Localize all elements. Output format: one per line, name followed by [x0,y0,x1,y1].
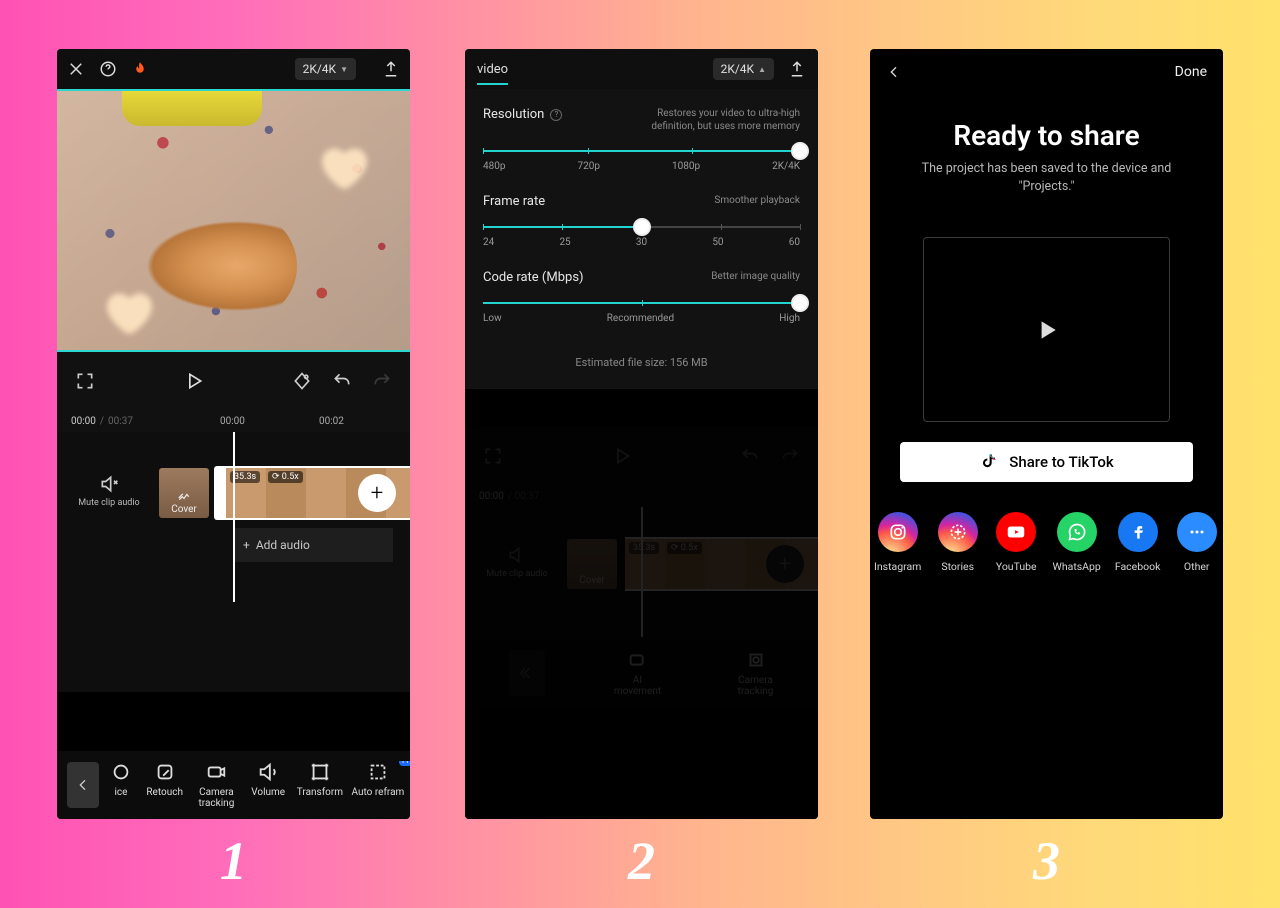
share-whatsapp[interactable]: WhatsApp [1053,512,1101,573]
whatsapp-icon [1057,512,1097,552]
share-subtitle: The project has been saved to the device… [896,160,1197,195]
add-clip-button[interactable]: + [358,474,396,512]
share-topbar: Done [870,49,1223,95]
playhead[interactable] [233,432,235,602]
share-instagram[interactable]: Instagram [874,512,921,573]
play-icon [1034,317,1060,343]
share-targets: Instagram Stories YouTube WhatsApp Faceb… [870,512,1223,573]
help-icon[interactable]: ? [550,109,562,121]
share-stories[interactable]: Stories [935,512,980,573]
quality-button[interactable]: 2K/4K ▲ [713,58,774,80]
phone-export-settings: video 2K/4K ▲ Resolution ? Restores your… [465,49,818,819]
help-icon[interactable] [99,60,117,78]
settings-topbar: video 2K/4K ▲ [465,49,818,89]
time-current: 00:00 [71,416,96,427]
tool-transform[interactable]: Transform [294,761,346,809]
youtube-icon [996,512,1036,552]
redo-icon[interactable] [372,371,392,391]
timeline[interactable]: Mute clip audio Cover 35.3s ⟳ 0.5x + + A… [57,432,410,692]
share-facebook[interactable]: Facebook [1115,512,1161,573]
export-icon[interactable] [382,60,400,78]
exported-video-preview[interactable] [923,237,1170,422]
caret-up-icon: ▲ [758,65,766,74]
editor-toolbar: ice Retouch Camera tracking Volume Trans… [57,751,410,819]
player-controls [57,352,410,410]
mute-clip-audio[interactable]: Mute clip audio [63,474,155,508]
instagram-icon [878,512,918,552]
more-icon [1177,512,1217,552]
heart-effect-icon [312,136,372,196]
coderate-desc: Better image quality [711,270,800,283]
step-number: 2 [465,830,818,892]
cover-button[interactable]: Cover [159,468,209,518]
quality-label: 2K/4K [303,62,337,76]
phone-share: Done Ready to share The project has been… [870,49,1223,819]
clip-handle[interactable] [214,466,226,520]
undo-icon[interactable] [332,371,352,391]
tab-video[interactable]: video [477,62,508,85]
stories-icon [938,512,978,552]
coderate-ticks: Low Recommended High [483,313,800,324]
facebook-icon [1118,512,1158,552]
free-badge: Fr [399,761,410,766]
tiktok-icon [979,452,999,472]
share-other[interactable]: Other [1174,512,1219,573]
done-button[interactable]: Done [1175,64,1207,80]
resolution-label: Resolution ? [483,107,562,122]
tool-auto-reframe[interactable]: Fr Auto refram [346,761,410,809]
share-youtube[interactable]: YouTube [994,512,1039,573]
resolution-desc: Restores your video to ultra-high defini… [620,107,800,133]
resolution-slider[interactable] [483,145,800,157]
editor-topbar: 2K/4K ▼ [57,49,410,89]
tool-list: ice Retouch Camera tracking Volume Trans… [103,761,410,809]
toolbar-back-button[interactable] [67,762,99,808]
share-title: Ready to share [870,119,1223,152]
caret-down-icon: ▼ [340,65,348,74]
timestamp: 00:00 [220,416,245,427]
framerate-ticks: 24 25 30 50 60 [483,237,800,248]
settings-body: Resolution ? Restores your video to ultr… [465,89,818,389]
tool-retouch[interactable]: Retouch [139,761,191,809]
tool-camera-tracking[interactable]: Camera tracking [191,761,243,809]
flame-icon[interactable] [131,60,149,78]
resolution-ticks: 480p 720p 1080p 2K/4K [483,161,800,172]
estimated-size: Estimated file size: 156 MB [483,346,800,383]
coderate-label: Code rate (Mbps) [483,270,584,285]
add-audio-button[interactable]: + Add audio [233,528,393,562]
coderate-slider[interactable] [483,297,800,309]
export-icon[interactable] [788,60,806,78]
share-tiktok-button[interactable]: Share to TikTok [900,442,1193,482]
time-indicator: 00:00 / 00:37 00:00 00:02 [57,410,410,432]
plus-icon: + [243,538,250,552]
step-number: 3 [870,830,1223,892]
framerate-label: Frame rate [483,194,545,209]
close-icon[interactable] [67,60,85,78]
tool-volume[interactable]: Volume [242,761,294,809]
video-preview[interactable] [57,89,410,352]
framerate-desc: Smoother playback [714,194,800,207]
framerate-slider[interactable] [483,221,800,233]
fullscreen-icon[interactable] [75,371,95,391]
phone-editor: 2K/4K ▼ 0 [57,49,410,819]
tool-ice[interactable]: ice [103,761,139,809]
quality-button[interactable]: 2K/4K ▼ [295,58,356,80]
back-icon[interactable] [886,64,902,80]
backdrop-editor: 00:00 / 00:37 Mute clip audio Cover 35.3… [465,427,818,819]
heart-effect-icon [97,281,157,341]
play-icon[interactable] [184,371,204,391]
step-number: 1 [57,830,410,892]
time-total: 00:37 [108,416,133,427]
keyframe-icon[interactable] [292,371,312,391]
timestamp: 00:02 [319,416,344,427]
clip-speed: ⟳ 0.5x [268,471,303,483]
